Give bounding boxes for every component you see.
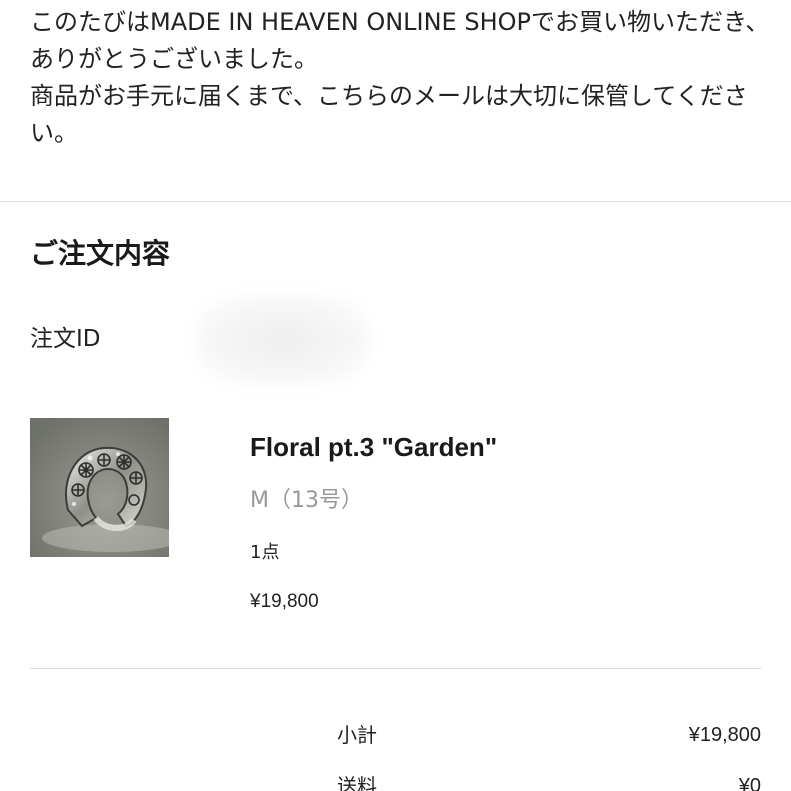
- order-details-heading: ご注文内容: [30, 237, 171, 270]
- product-variant: M（13号）: [250, 488, 363, 513]
- intro-message: このたびはMADE IN HEAVEN ONLINE SHOPでお買い物いただき…: [30, 4, 770, 152]
- intro-thanks-text: このたびはMADE IN HEAVEN ONLINE SHOPでお買い物いただき…: [30, 8, 770, 73]
- ring-photo-icon: [30, 418, 169, 557]
- product-price: ¥19,800: [250, 591, 319, 612]
- intro-keep-email-text: 商品がお手元に届くまで、こちらのメールは大切に保管してください。: [30, 82, 748, 147]
- shipping-label: 送料: [337, 774, 377, 791]
- order-id-redacted: [195, 296, 370, 384]
- product-name[interactable]: Floral pt.3 "Garden": [250, 428, 497, 466]
- product-quantity: 1点: [250, 542, 280, 563]
- shipping-value: ¥0: [738, 775, 761, 791]
- order-id-label: 注文ID: [30, 326, 101, 352]
- summary-divider: [30, 668, 761, 669]
- subtotal-value: ¥19,800: [688, 724, 761, 746]
- subtotal-label: 小計: [337, 723, 377, 747]
- section-divider: [0, 201, 791, 202]
- product-image[interactable]: [30, 418, 169, 557]
